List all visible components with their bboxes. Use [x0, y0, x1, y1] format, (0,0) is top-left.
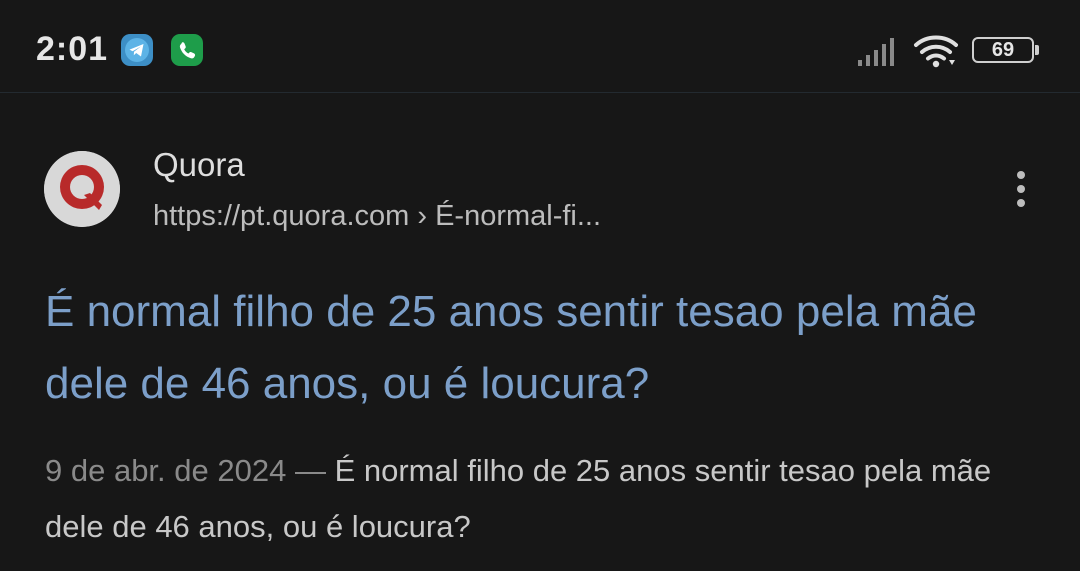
result-title-link[interactable]: É normal filho de 25 anos sentir tesao p… [45, 276, 1045, 420]
snippet-date: 9 de abr. de 2024 — [45, 453, 335, 488]
phone-call-icon [171, 34, 203, 66]
more-options-button[interactable] [1004, 171, 1038, 211]
search-result[interactable]: Quora https://pt.quora.com › É-normal-fi… [0, 93, 1080, 571]
result-snippet: 9 de abr. de 2024 — É normal filho de 25… [45, 443, 1055, 555]
site-url[interactable]: https://pt.quora.com › É-normal-fi... [153, 200, 601, 233]
signal-icon [858, 38, 894, 66]
telegram-icon [121, 34, 153, 66]
quora-logo-icon[interactable] [44, 151, 120, 227]
battery-icon: 69 [972, 37, 1039, 63]
wifi-icon [914, 35, 958, 68]
site-name[interactable]: Quora [153, 146, 245, 184]
status-time: 2:01 [36, 30, 109, 68]
more-vert-icon [1017, 171, 1025, 179]
status-bar: 2:01 69 [0, 0, 1080, 93]
battery-level: 69 [991, 39, 1015, 61]
